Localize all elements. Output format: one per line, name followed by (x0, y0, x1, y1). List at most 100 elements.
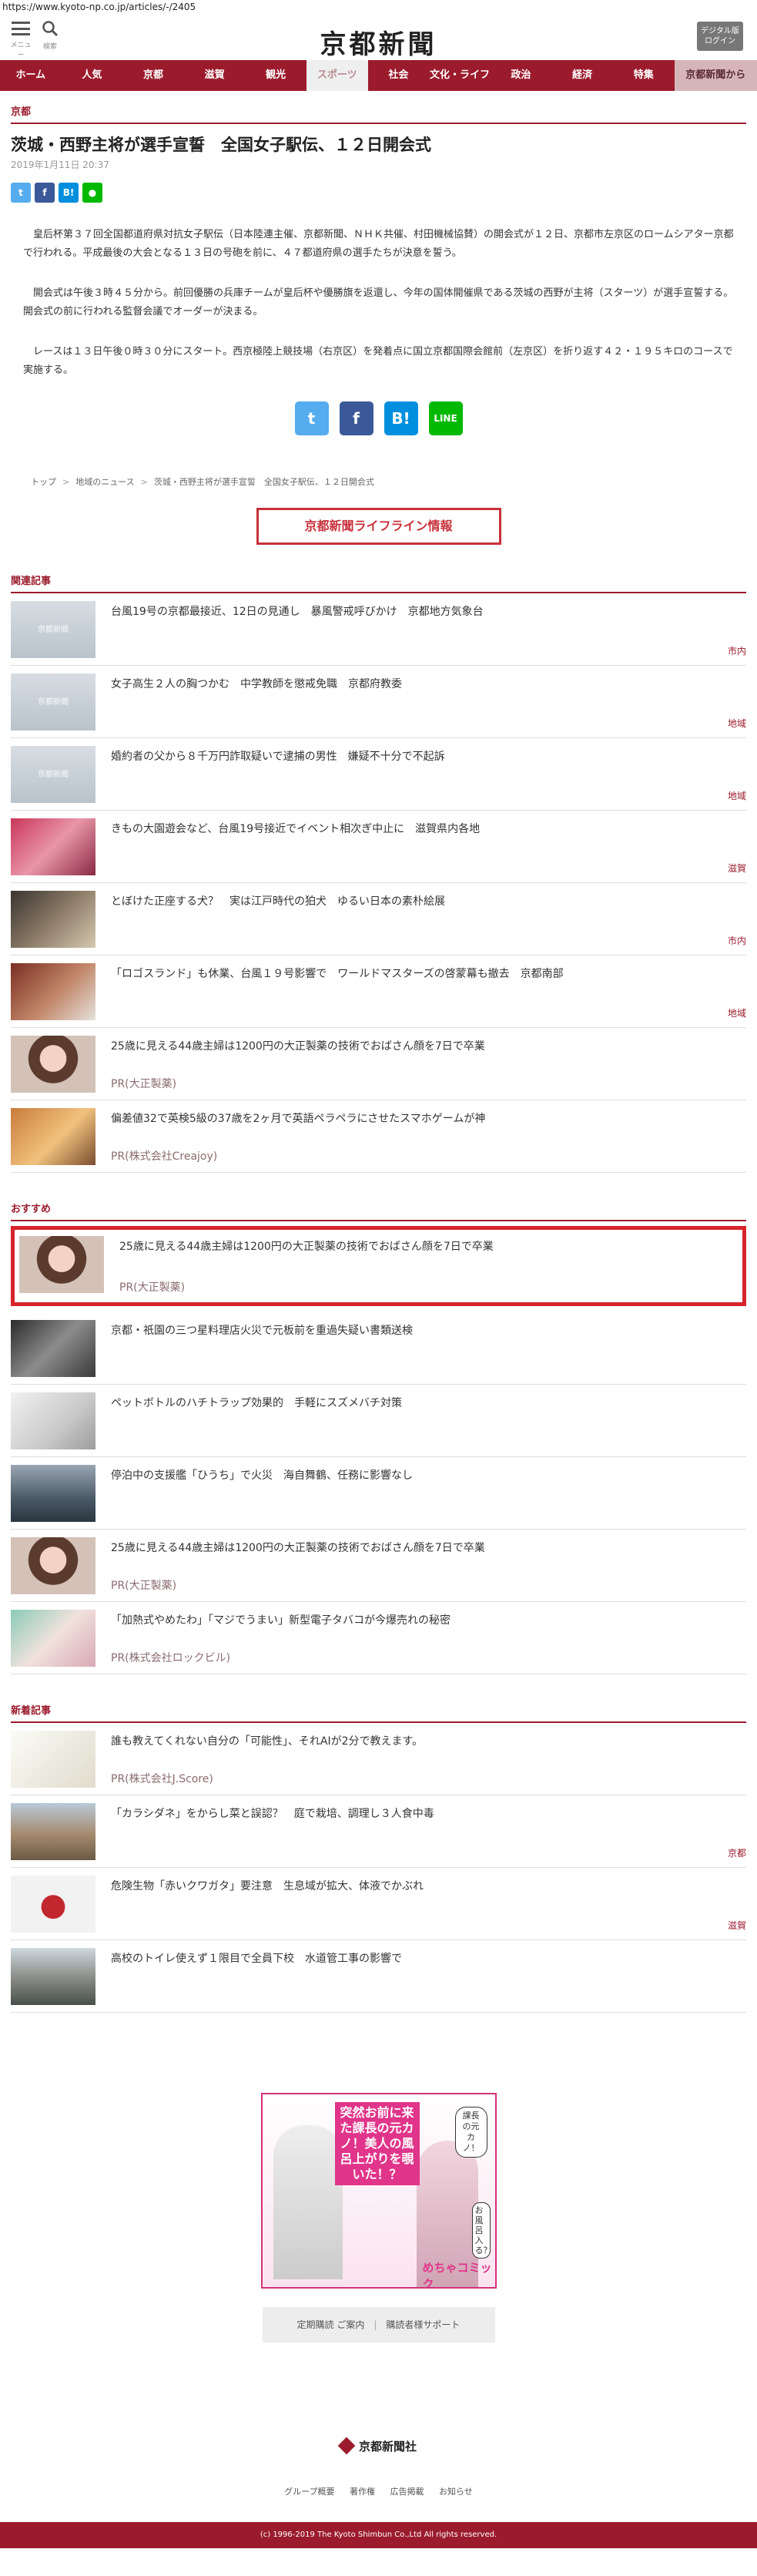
list-item[interactable]: 誰も教えてくれない自分の「可能性」、それAIが2分で教えます。 PR(株式会社J.… (11, 1723, 746, 1795)
list-item[interactable]: 25歳に見える44歳主婦は1200円の大正製薬の技術でおばさん顔を7日で卒業 PR… (11, 1530, 746, 1602)
item-tag[interactable]: 京都 (728, 1846, 746, 1859)
article-thumbnail (11, 1108, 95, 1165)
list-item[interactable]: 偏差値32で英検5級の37歳を2ヶ月で英語ペラペラにさせたスマホゲームが神 PR(… (11, 1100, 746, 1173)
item-tag[interactable]: 市内 (728, 934, 746, 947)
list-item[interactable]: 婚約者の父から８千万円詐取疑いで逮捕の男性 嫌疑不十分で不起訴地域 (11, 738, 746, 811)
list-item-highlighted[interactable]: 25歳に見える44歳主婦は1200円の大正製薬の技術でおばさん顔を7日で卒業 PR… (11, 1226, 746, 1306)
article-thumbnail (11, 1610, 95, 1667)
subscriber-support-link[interactable]: 購読者様サポート (386, 2319, 460, 2330)
footer-links: グループ概要 著作権 広告掲載 お知らせ (0, 2485, 757, 2497)
nav-item-shiga[interactable]: 滋賀 (184, 60, 246, 91)
item-title: 婚約者の父から８千万円詐取疑いで逮捕の男性 嫌疑不十分で不起訴 (111, 751, 445, 763)
item-title: 「ロゴスランド」も休業、台風１９号影響で ワールドマスターズの啓蒙幕も撤去 京都… (111, 968, 564, 980)
nav-item-kyoto[interactable]: 京都 (122, 60, 184, 91)
list-item[interactable]: 台風19号の京都最接近、12日の見通し 暴風警戒呼びかけ 京都地方気象台市内 (11, 593, 746, 666)
article-thumbnail (11, 1392, 95, 1449)
twitter-share-button-large[interactable]: t (294, 401, 329, 435)
digital-login-button[interactable]: デジタル版 ログイン (697, 22, 743, 51)
article-thumbnail (11, 891, 95, 948)
latest-list: 誰も教えてくれない自分の「可能性」、それAIが2分で教えます。 PR(株式会社J.… (11, 1723, 746, 2013)
footer-link-ads[interactable]: 広告掲載 (390, 2487, 424, 2497)
article-thumbnail (11, 746, 95, 803)
article-thumbnail (11, 963, 95, 1020)
item-tag[interactable]: 滋賀 (728, 861, 746, 875)
comic-advertisement[interactable]: 突然お前に来た課長の元カノ！美人の風呂上がりを覗いた！？ 課長の元カノ！ お風呂… (260, 2093, 497, 2289)
nav-item-tourism[interactable]: 観光 (245, 60, 306, 91)
list-item[interactable]: 停泊中の支援艦「ひうち」で火災 海自舞鶴、任務に影響なし (11, 1457, 746, 1530)
list-item[interactable]: 高校のトイレ使えず１限目で全員下校 水道管工事の影響で (11, 1940, 746, 2013)
item-title: ペットボトルのハチトラップ効果的 手軽にスズメバチ対策 (111, 1397, 402, 1409)
facebook-share-button-large[interactable]: f (339, 401, 373, 435)
global-nav: ホーム 人気 京都 滋賀 観光 スポーツ 社会 文化・ライフ 政治 経済 特集 … (0, 60, 757, 91)
article-thumbnail (11, 1320, 95, 1377)
line-share-button[interactable]: ● (82, 183, 102, 203)
login-line2: ログイン (705, 37, 735, 45)
list-item[interactable]: ペットボトルのハチトラップ効果的 手軽にスズメバチ対策 (11, 1385, 746, 1457)
nav-item-features[interactable]: 特集 (613, 60, 675, 91)
subscription-guide-link[interactable]: 定期購読 ご案内 (297, 2319, 365, 2330)
line-share-button-large[interactable]: LINE (428, 401, 463, 435)
subscription-links: 定期購読 ご案内 | 購読者様サポート (262, 2307, 495, 2343)
item-tag[interactable]: 地域 (728, 717, 746, 730)
related-heading: 関連記事 (11, 573, 746, 593)
article-paragraph: 開会式は午後３時４５分から。前回優勝の兵庫チームが皇后杯や優勝旗を返還し、今年の… (23, 287, 734, 317)
list-item[interactable]: 25歳に見える44歳主婦は1200円の大正製薬の技術でおばさん顔を7日で卒業 PR… (11, 1028, 746, 1100)
line-icon: ● (88, 187, 97, 198)
item-title: きもの大園遊会など、台風19号接近でイベント相次ぎ中止に 滋賀県内各地 (111, 823, 481, 835)
item-tag[interactable]: 滋賀 (728, 1919, 746, 1932)
pr-label: PR(大正製薬) (111, 1078, 177, 1090)
list-item[interactable]: 京都・祇園の三つ星料理店火災で元板前を重過失疑い書類送検 (11, 1312, 746, 1385)
nav-item-from-kyoto-np[interactable]: 京都新聞から (674, 60, 757, 91)
article-thumbnail (11, 1731, 95, 1788)
nav-item-sports[interactable]: スポーツ (306, 60, 368, 91)
lifeline-info-button[interactable]: 京都新聞ライフライン情報 (256, 508, 501, 545)
item-tag[interactable]: 地域 (728, 1006, 746, 1019)
recommended-heading: おすすめ (11, 1201, 746, 1221)
footer-link-copyright[interactable]: 著作権 (350, 2487, 375, 2497)
breadcrumb-local-news[interactable]: 地域のニュース (75, 477, 134, 487)
list-item[interactable]: 危険生物「赤いクワガタ」要注意 生息域が拡大、体液でかぶれ滋賀 (11, 1868, 746, 1940)
address-bar[interactable]: https://www.kyoto-np.co.jp/articles/-/24… (0, 0, 757, 14)
twitter-share-button[interactable]: t (11, 183, 31, 203)
ad-brand: めちゃコミック (422, 2261, 492, 2289)
hatena-bookmark-button[interactable]: B! (59, 183, 79, 203)
nav-item-society[interactable]: 社会 (368, 60, 430, 91)
article-thumbnail (11, 1948, 95, 2005)
latest-heading: 新着記事 (11, 1702, 746, 1723)
hatena-bookmark-button-large[interactable]: B! (384, 401, 418, 435)
list-item[interactable]: 「カラシダネ」をからし菜と誤認？ 庭で栽培、調理し３人食中毒京都 (11, 1795, 746, 1868)
article-paragraph: レースは１３日午後０時３０分にスタート。西京極陸上競技場（右京区）を発着点に国立… (23, 346, 733, 376)
breadcrumb-top[interactable]: トップ (31, 477, 56, 487)
item-tag[interactable]: 市内 (728, 644, 746, 657)
facebook-share-button[interactable]: f (35, 183, 55, 203)
breadcrumb-separator-icon: > (62, 477, 70, 487)
article-thumbnail (11, 818, 95, 875)
divider: | (373, 2319, 377, 2330)
list-item[interactable]: とぼけた正座する犬？ 実は江戸時代の狛犬 ゆるい日本の素朴絵展 市内 (11, 883, 746, 956)
list-item[interactable]: 女子高生２人の胸つかむ 中学教師を懲戒免職 京都府教委地域 (11, 666, 746, 738)
ad-bubble: お風呂入る？ (471, 2202, 492, 2259)
nav-item-popular[interactable]: 人気 (62, 60, 123, 91)
lifeline-wrap: 京都新聞ライフライン情報 (11, 508, 746, 545)
ad-headline: 突然お前に来た課長の元カノ！美人の風呂上がりを覗いた！？ (334, 2102, 420, 2185)
nav-item-home[interactable]: ホーム (0, 60, 62, 91)
item-title: 危険生物「赤いクワガタ」要注意 生息域が拡大、体液でかぶれ (111, 1880, 424, 1893)
list-item[interactable]: 「加熱式やめたわ」「マジでうまい」新型電子タバコが今爆売れの秘密 PR(株式会社ロ… (11, 1602, 746, 1674)
article-body: 皇后杯第３７回全国都道府県対抗女子駅伝（日本陸連主催、京都新聞、ＮＨＫ共催、村田… (11, 226, 746, 380)
footer-link-group[interactable]: グループ概要 (284, 2487, 334, 2497)
nav-item-politics[interactable]: 政治 (491, 60, 552, 91)
nav-item-economy[interactable]: 経済 (551, 60, 613, 91)
article-thumbnail (19, 1236, 104, 1293)
article-category[interactable]: 京都 (11, 91, 746, 124)
item-title: 「カラシダネ」をからし菜と誤認？ 庭で栽培、調理し３人食中毒 (111, 1808, 434, 1820)
nav-item-culture[interactable]: 文化・ライフ (429, 60, 491, 91)
related-list: 台風19号の京都最接近、12日の見通し 暴風警戒呼びかけ 京都地方気象台市内 女… (11, 593, 746, 1173)
list-item[interactable]: 「ロゴスランド」も休業、台風１９号影響で ワールドマスターズの啓蒙幕も撤去 京都… (11, 956, 746, 1028)
site-logo[interactable]: 京都新聞 (0, 23, 757, 61)
footer-logo[interactable]: 京都新聞社 (0, 2437, 757, 2455)
breadcrumb-separator-icon: > (140, 477, 148, 487)
footer-link-news[interactable]: お知らせ (439, 2487, 473, 2497)
breadcrumb: トップ > 地域のニュース > 茨城・西野主将が選手宣誓 全国女子駅伝、１２日開会式 (11, 475, 746, 488)
item-tag[interactable]: 地域 (728, 789, 746, 802)
list-item[interactable]: きもの大園遊会など、台風19号接近でイベント相次ぎ中止に 滋賀県内各地滋賀 (11, 811, 746, 883)
